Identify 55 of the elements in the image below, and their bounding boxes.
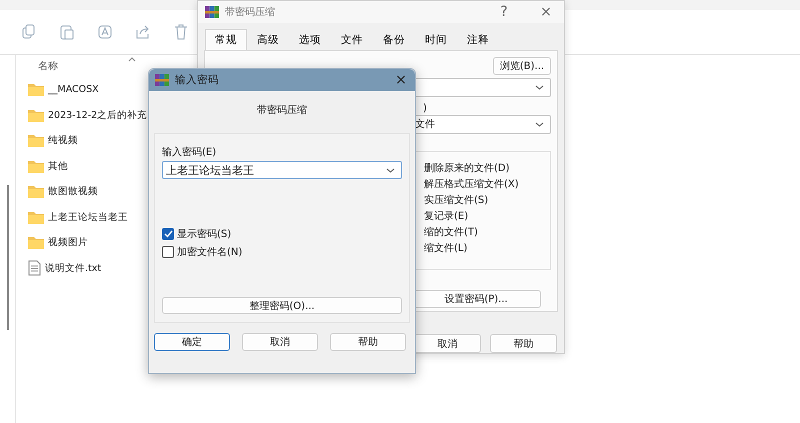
archive-icon	[205, 4, 219, 19]
column-header[interactable]: 名称	[38, 59, 58, 73]
copy-icon[interactable]	[22, 24, 36, 40]
window-title: 输入密码	[175, 73, 219, 87]
clipboard-icon[interactable]	[60, 24, 74, 40]
file-list-item[interactable]: 上老王论坛当老王	[28, 204, 148, 230]
dialog-button[interactable]: 取消	[242, 333, 318, 351]
folder-icon	[28, 160, 44, 173]
dialog-button[interactable]: 取消	[414, 334, 481, 353]
folder-icon	[28, 83, 44, 96]
file-list-item[interactable]: 说明文件.txt	[28, 256, 148, 281]
file-list-item[interactable]: 散图散视频	[28, 179, 148, 204]
chevron-down-icon	[535, 84, 544, 90]
dialog-heading: 带密码压缩	[256, 104, 308, 118]
close-button[interactable]: ×	[387, 72, 415, 88]
option-label[interactable]: 解压格式压缩文件(X)	[424, 176, 550, 193]
option-label[interactable]: 复记录(E)	[424, 208, 550, 225]
folder-icon	[28, 210, 44, 224]
chevron-down-icon	[535, 122, 544, 127]
file-list-item[interactable]: 其他	[28, 154, 148, 179]
option-label[interactable]: 缩文件(L)	[424, 240, 550, 257]
delete-icon[interactable]	[174, 24, 188, 40]
checkbox-label[interactable]: 加密文件名(N)	[177, 245, 242, 259]
share-icon[interactable]	[136, 24, 150, 40]
checkbox-label[interactable]: 显示密码(S)	[177, 227, 232, 241]
file-list-item[interactable]: __MACOSX	[28, 77, 148, 102]
field-label: )	[423, 102, 428, 115]
file-list-item[interactable]: 视频图片	[28, 230, 148, 256]
sort-caret-icon	[128, 56, 136, 62]
checkbox[interactable]	[162, 246, 174, 258]
browse-button[interactable]: 浏览(B)...	[493, 56, 551, 75]
close-button[interactable]: ×	[528, 4, 564, 20]
file-list-item[interactable]: 纯视频	[28, 128, 148, 154]
dialog-button[interactable]: 帮助	[490, 334, 557, 353]
option-label[interactable]: 删除原来的文件(D)	[424, 160, 550, 177]
checkbox[interactable]	[162, 228, 174, 240]
folder-icon	[28, 185, 44, 198]
folder-icon	[28, 134, 44, 148]
option-label[interactable]: 缩的文件(T)	[424, 224, 550, 241]
dialog-button[interactable]: 帮助	[330, 333, 406, 351]
window-title: 带密码压缩	[225, 6, 275, 19]
tab[interactable]: 常规	[205, 28, 247, 50]
option-label[interactable]: 实压缩文件(S)	[424, 192, 550, 209]
help-button[interactable]: ?	[486, 4, 522, 20]
field-label: 输入密码(E)	[162, 146, 218, 159]
dialog-button[interactable]: 确定	[154, 333, 230, 351]
chevron-down-icon	[386, 168, 395, 172]
rename-icon[interactable]	[98, 24, 112, 40]
document-icon	[28, 260, 41, 276]
folder-icon	[28, 236, 44, 250]
folder-icon	[28, 108, 44, 122]
organize-passwords-button[interactable]: 整理密码(O)...	[162, 297, 402, 314]
password-field[interactable]: 上老王论坛当老王	[162, 161, 402, 179]
archive-icon	[155, 73, 169, 87]
file-list-item[interactable]: 2023-12-2之后的补充	[28, 102, 148, 128]
